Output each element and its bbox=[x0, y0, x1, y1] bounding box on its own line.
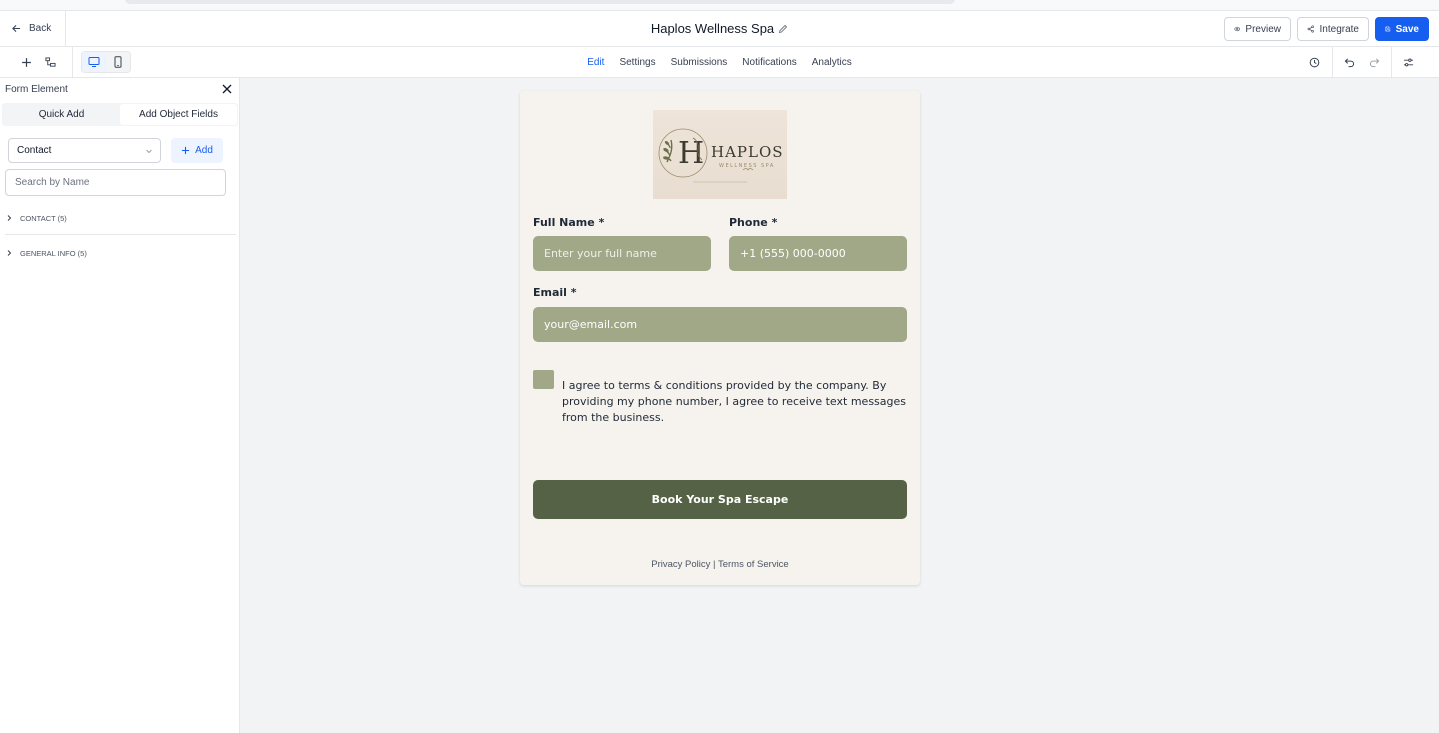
tab-settings[interactable]: Settings bbox=[619, 57, 655, 68]
terms-consent-text: I agree to terms & conditions provided b… bbox=[562, 379, 906, 424]
integrate-button[interactable]: Integrate bbox=[1297, 17, 1369, 41]
terms-checkbox[interactable] bbox=[533, 370, 554, 389]
chevron-right-icon bbox=[7, 250, 12, 256]
tab-analytics[interactable]: Analytics bbox=[812, 57, 852, 68]
redo-button[interactable] bbox=[1366, 54, 1382, 70]
brand-logo: H HAPLOS WELLNESS SPA bbox=[653, 110, 787, 199]
address-bar[interactable] bbox=[125, 0, 955, 4]
phone-input[interactable] bbox=[729, 236, 907, 271]
save-label: Save bbox=[1395, 23, 1419, 35]
integrate-label: Integrate bbox=[1319, 23, 1359, 35]
save-button[interactable]: Save bbox=[1375, 17, 1429, 41]
email-input[interactable] bbox=[533, 307, 907, 342]
save-icon bbox=[1385, 26, 1391, 32]
tab-edit[interactable]: Edit bbox=[587, 57, 604, 68]
desktop-view-button[interactable] bbox=[82, 52, 106, 72]
header: Back Haplos Wellness Spa Preview Integra… bbox=[0, 11, 1439, 47]
preview-button[interactable]: Preview bbox=[1224, 17, 1291, 41]
toolbar-divider bbox=[1332, 47, 1333, 77]
form-footer-links: Privacy Policy | Terms of Service bbox=[520, 559, 920, 570]
tab-add-object-fields[interactable]: Add Object Fields bbox=[120, 104, 237, 125]
email-label-text: Email bbox=[533, 286, 567, 299]
close-icon[interactable] bbox=[221, 83, 233, 95]
group-general-info[interactable]: GENERAL INFO (5) bbox=[5, 243, 236, 263]
form-element-panel: Form Element Quick Add Add Object Fields… bbox=[0, 78, 240, 733]
preview-label: Preview bbox=[1245, 23, 1281, 35]
svg-text:H: H bbox=[678, 136, 704, 171]
editor-toolbar: Edit Settings Submissions Notifications … bbox=[0, 47, 1439, 78]
search-input[interactable] bbox=[5, 169, 226, 196]
footer-separator: | bbox=[713, 559, 716, 570]
sliders-icon bbox=[1403, 58, 1413, 66]
panel-title: Form Element bbox=[5, 84, 68, 95]
add-element-button[interactable] bbox=[18, 54, 34, 70]
back-label: Back bbox=[29, 23, 52, 34]
arrow-left-icon bbox=[12, 24, 21, 33]
add-object-button[interactable]: Add bbox=[171, 138, 223, 163]
undo-icon bbox=[1344, 57, 1354, 67]
device-toggle bbox=[81, 51, 131, 73]
panel-tabs: Quick Add Add Object Fields bbox=[2, 103, 238, 126]
chevron-down-icon bbox=[146, 149, 152, 154]
clock-icon bbox=[1309, 57, 1319, 67]
terms-of-service-link[interactable]: Terms of Service bbox=[718, 559, 789, 570]
toolbar-divider bbox=[1391, 47, 1392, 77]
required-marker: * bbox=[598, 216, 605, 229]
mobile-view-button[interactable] bbox=[106, 52, 130, 72]
required-marker: * bbox=[771, 216, 778, 229]
share-icon bbox=[1307, 25, 1314, 33]
back-button[interactable]: Back bbox=[0, 11, 66, 46]
object-select-value: Contact bbox=[17, 145, 52, 156]
editor-tabs: Edit Settings Submissions Notifications … bbox=[0, 47, 1439, 77]
full-name-input[interactable] bbox=[533, 236, 711, 271]
undo-button[interactable] bbox=[1341, 54, 1357, 70]
full-name-label: Full Name * bbox=[533, 216, 604, 229]
submit-button[interactable]: Book Your Spa Escape bbox=[533, 480, 907, 519]
eye-icon bbox=[1234, 26, 1241, 32]
form-settings-button[interactable] bbox=[1400, 54, 1416, 70]
add-label: Add bbox=[195, 145, 213, 156]
group-divider bbox=[5, 234, 236, 235]
phone-label-text: Phone bbox=[729, 216, 768, 229]
group-label: GENERAL INFO (5) bbox=[20, 248, 87, 258]
redo-icon bbox=[1369, 57, 1379, 67]
phone-icon bbox=[114, 56, 122, 68]
layers-button[interactable] bbox=[42, 54, 58, 70]
object-select[interactable]: Contact bbox=[8, 138, 161, 163]
monitor-icon bbox=[88, 57, 100, 67]
plus-icon bbox=[181, 146, 190, 155]
tab-quick-add[interactable]: Quick Add bbox=[3, 104, 120, 125]
chevron-right-icon bbox=[7, 215, 12, 221]
full-name-label-text: Full Name bbox=[533, 216, 595, 229]
plus-icon bbox=[21, 57, 31, 67]
required-marker: * bbox=[570, 286, 577, 299]
logo-subtext: WELLNESS SPA bbox=[719, 163, 775, 169]
pencil-icon[interactable] bbox=[778, 24, 788, 34]
browser-strip bbox=[0, 0, 1439, 11]
logo-emblem-icon: H HAPLOS WELLNESS SPA bbox=[658, 128, 784, 183]
tab-submissions[interactable]: Submissions bbox=[671, 57, 728, 68]
history-button[interactable] bbox=[1306, 54, 1322, 70]
layers-icon bbox=[44, 56, 56, 67]
form-preview-card: H HAPLOS WELLNESS SPA Full Name * Phone … bbox=[520, 91, 920, 585]
logo-wordmark: HAPLOS bbox=[711, 143, 784, 161]
email-label: Email * bbox=[533, 286, 577, 299]
privacy-policy-link[interactable]: Privacy Policy bbox=[651, 559, 710, 570]
tab-notifications[interactable]: Notifications bbox=[742, 57, 796, 68]
toolbar-divider bbox=[72, 47, 73, 77]
phone-label: Phone * bbox=[729, 216, 777, 229]
form-title-text: Haplos Wellness Spa bbox=[650, 21, 775, 36]
group-contact[interactable]: CONTACT (5) bbox=[5, 208, 236, 228]
group-label: CONTACT (5) bbox=[20, 213, 67, 223]
